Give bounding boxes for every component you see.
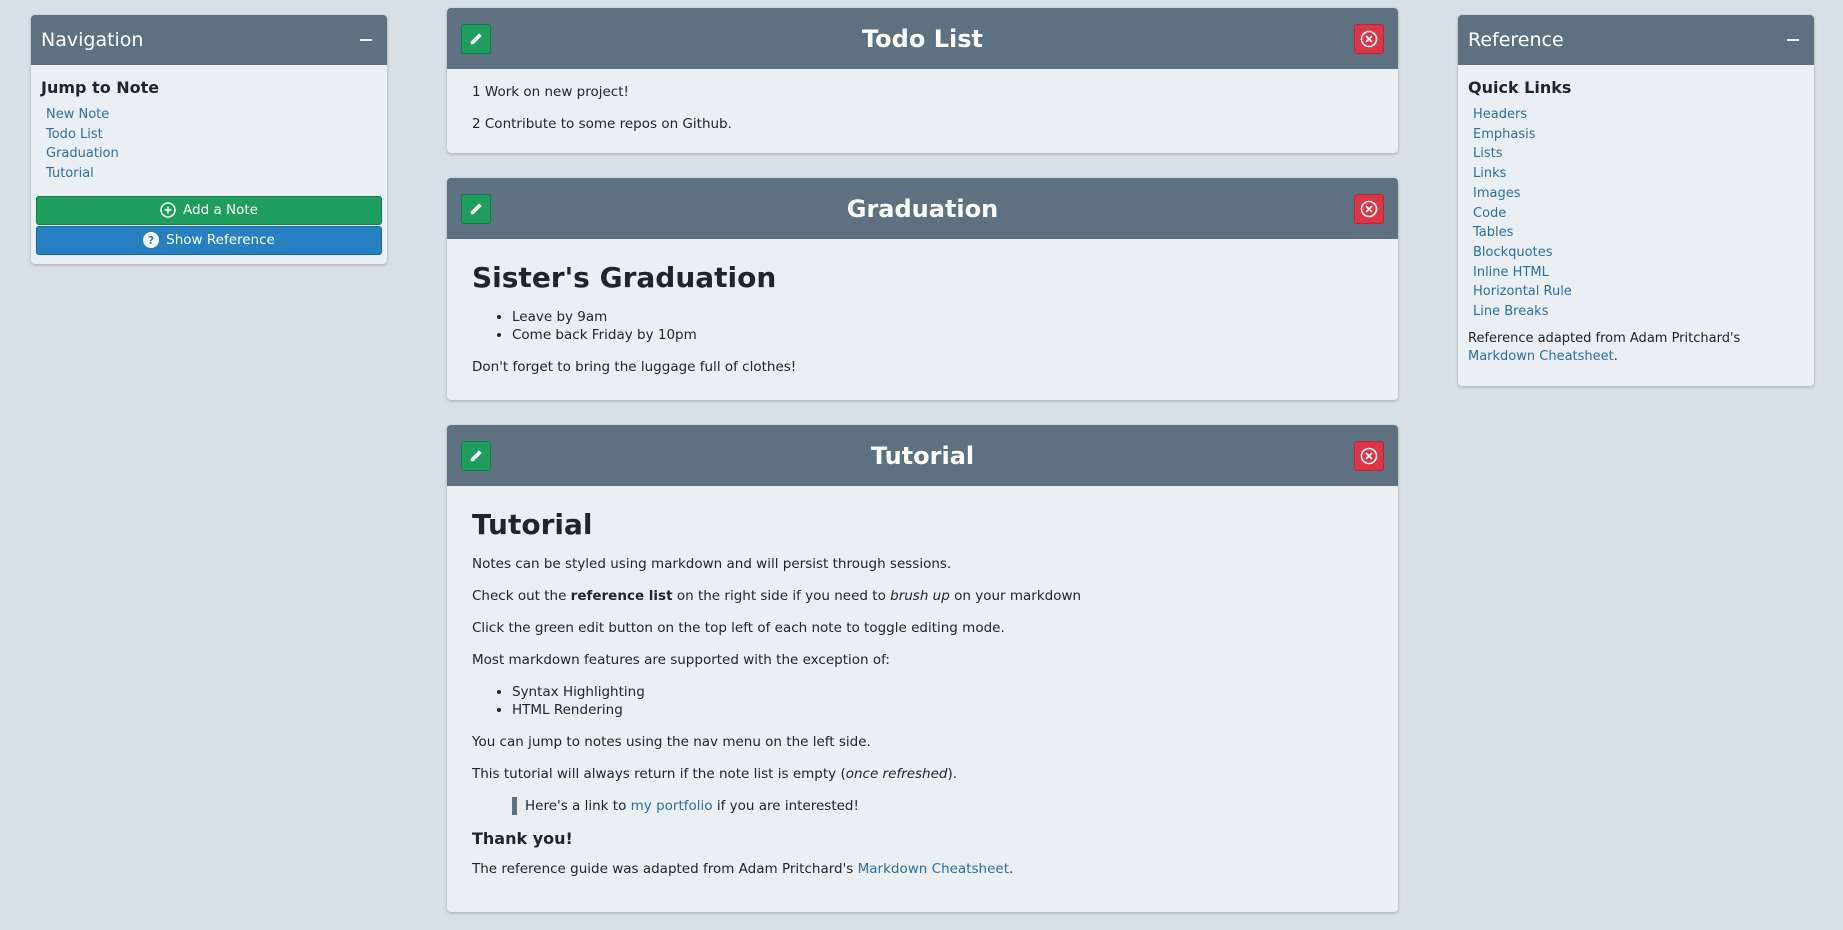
svg-text:?: ?	[148, 235, 154, 248]
note-list: Syntax Highlighting HTML Rendering	[512, 683, 1373, 719]
reference-body: Quick Links Headers Emphasis Lists Links…	[1458, 65, 1814, 374]
list-item: Syntax Highlighting	[512, 683, 1373, 701]
x-circle-icon	[1360, 447, 1378, 464]
ref-link-blockquotes[interactable]: Blockquotes	[1473, 245, 1552, 260]
list-item: Leave by 9am	[512, 308, 1373, 326]
jump-to-note-heading: Jump to Note	[41, 78, 160, 97]
reference-attribution: Reference adapted from Adam Pritchard's …	[1468, 330, 1804, 366]
edit-note-button[interactable]	[461, 440, 491, 471]
x-circle-icon	[1360, 30, 1378, 47]
blockquote: Here's a link to my portfolio if you are…	[512, 797, 1373, 815]
note-subheading: Thank you!	[472, 829, 573, 848]
question-circle-icon: ?	[143, 232, 160, 249]
note-paragraph: Check out the reference list on the righ…	[472, 587, 1373, 605]
x-circle-icon	[1360, 200, 1378, 217]
reference-header: Reference	[1458, 15, 1814, 65]
collapse-navigation-button[interactable]	[355, 29, 377, 51]
ref-link-images[interactable]: Images	[1473, 186, 1521, 201]
note-paragraph: Don't forget to bring the luggage full o…	[472, 359, 797, 375]
nav-link-new-note[interactable]: New Note	[46, 107, 109, 122]
ref-link-tables[interactable]: Tables	[1473, 225, 1513, 240]
collapse-reference-button[interactable]	[1782, 29, 1804, 51]
note-title: Tutorial	[870, 441, 975, 470]
text: The reference guide was adapted from Ada…	[472, 861, 858, 877]
note-body: 1 Work on new project! 2 Contribute to s…	[447, 69, 1398, 153]
attribution-period: .	[1613, 348, 1618, 364]
note-paragraph: This tutorial will always return if the …	[472, 765, 1373, 783]
add-note-label: Add a Note	[183, 202, 258, 219]
navigation-header: Navigation	[31, 15, 387, 65]
text: .	[1009, 861, 1014, 877]
note-body: Tutorial Notes can be styled using markd…	[447, 486, 1398, 904]
pencil-icon	[470, 202, 482, 214]
note-tutorial: Tutorial Tutorial Notes can be styled us…	[447, 425, 1398, 912]
note-header: Todo List	[447, 8, 1398, 69]
note-header: Tutorial	[447, 425, 1398, 486]
todo-item: 1 Work on new project!	[472, 84, 629, 100]
list-item: HTML Rendering	[512, 701, 1373, 719]
text: This tutorial will always return if the …	[472, 766, 846, 782]
edit-note-button[interactable]	[461, 193, 491, 224]
edit-note-button[interactable]	[461, 23, 491, 54]
text: if you are interested!	[712, 798, 859, 814]
plus-circle-icon	[160, 202, 176, 219]
note-paragraph: You can jump to notes using the nav menu…	[472, 734, 871, 750]
quick-link-list: Headers Emphasis Lists Links Images Code…	[1468, 105, 1804, 322]
navigation-panel: Navigation Jump to Note New Note Todo Li…	[31, 15, 387, 264]
reference-panel: Reference Quick Links Headers Emphasis L…	[1458, 15, 1814, 386]
note-paragraph: Most markdown features are supported wit…	[472, 652, 890, 668]
note-heading: Tutorial	[472, 508, 593, 541]
navigation-title: Navigation	[41, 29, 144, 51]
ref-link-line-breaks[interactable]: Line Breaks	[1473, 304, 1548, 319]
navigation-body: Jump to Note New Note Todo List Graduati…	[31, 65, 387, 263]
quick-links-heading: Quick Links	[1468, 78, 1572, 97]
ref-link-headers[interactable]: Headers	[1473, 107, 1527, 122]
ref-link-emphasis[interactable]: Emphasis	[1473, 127, 1536, 142]
note-list: Leave by 9am Come back Friday by 10pm	[512, 308, 1373, 344]
note-title: Todo List	[862, 24, 983, 53]
delete-note-button[interactable]	[1354, 440, 1384, 471]
ref-link-links[interactable]: Links	[1473, 166, 1506, 181]
note-paragraph: Click the green edit button on the top l…	[472, 620, 1005, 636]
show-reference-label: Show Reference	[166, 232, 275, 249]
ref-link-lists[interactable]: Lists	[1473, 146, 1503, 161]
pencil-icon	[470, 449, 482, 461]
attribution-text: Reference adapted from Adam Pritchard's	[1468, 330, 1741, 346]
pencil-icon	[470, 32, 482, 44]
text: on your markdown	[949, 588, 1082, 604]
note-body: Sister's Graduation Leave by 9am Come ba…	[447, 239, 1398, 400]
list-item: Come back Friday by 10pm	[512, 326, 1373, 344]
nav-link-tutorial[interactable]: Tutorial	[46, 166, 94, 181]
note-header: Graduation	[447, 178, 1398, 239]
portfolio-link[interactable]: my portfolio	[631, 798, 713, 814]
ref-link-code[interactable]: Code	[1473, 206, 1506, 221]
italic-text: brush up	[890, 588, 950, 604]
add-note-button[interactable]: Add a Note	[36, 195, 382, 225]
markdown-cheatsheet-link[interactable]: Markdown Cheatsheet	[1468, 349, 1614, 364]
italic-text: once refreshed	[845, 766, 948, 782]
delete-note-button[interactable]	[1354, 23, 1384, 54]
reference-title: Reference	[1468, 29, 1564, 51]
text: Here's a link to	[525, 798, 631, 814]
ref-link-inline-html[interactable]: Inline HTML	[1473, 265, 1549, 280]
text: ).	[947, 766, 958, 782]
note-heading: Sister's Graduation	[472, 261, 777, 294]
note-paragraph: Notes can be styled using markdown and w…	[472, 556, 952, 572]
show-reference-button[interactable]: ? Show Reference	[36, 225, 382, 255]
ref-link-horizontal-rule[interactable]: Horizontal Rule	[1473, 284, 1572, 299]
note-title: Graduation	[846, 194, 999, 223]
note-todo-list: Todo List 1 Work on new project! 2 Contr…	[447, 8, 1398, 153]
markdown-cheatsheet-link[interactable]: Markdown Cheatsheet	[858, 861, 1009, 877]
bold-text: reference list	[570, 588, 673, 604]
text: on the right side if you need to	[672, 588, 891, 604]
nav-link-graduation[interactable]: Graduation	[46, 146, 119, 161]
nav-link-todo-list[interactable]: Todo List	[46, 127, 103, 142]
todo-item: 2 Contribute to some repos on Github.	[472, 116, 732, 132]
text: Check out the	[472, 588, 571, 604]
note-paragraph: The reference guide was adapted from Ada…	[472, 860, 1373, 878]
note-link-list: New Note Todo List Graduation Tutorial	[41, 105, 377, 184]
note-graduation: Graduation Sister's Graduation Leave by …	[447, 178, 1398, 400]
delete-note-button[interactable]	[1354, 193, 1384, 224]
